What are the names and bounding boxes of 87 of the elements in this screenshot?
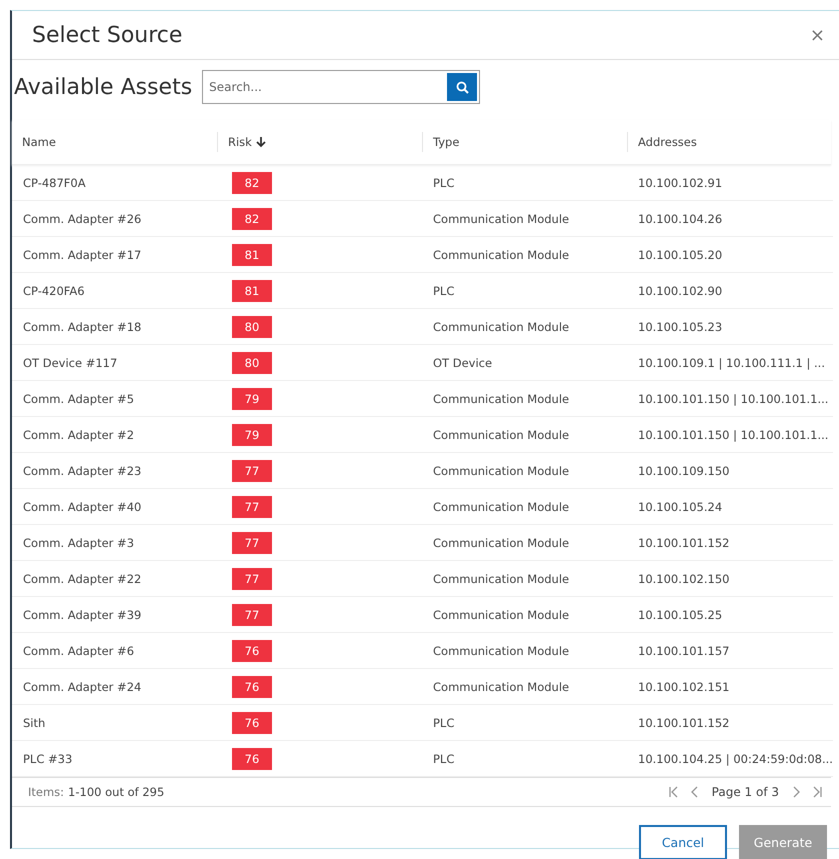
type-cell-text: Communication Module xyxy=(432,680,570,694)
addresses-cell-text: 10.100.101.152 xyxy=(637,716,730,730)
risk-badge: 80 xyxy=(232,352,272,374)
name-cell-text: Comm. Adapter #39 xyxy=(22,608,142,622)
addresses-cell-text: 10.100.105.20 xyxy=(637,248,724,262)
risk-badge: 79 xyxy=(232,424,272,446)
items-range: 1-100 out of 295 xyxy=(68,785,164,799)
name-cell-text: Comm. Adapter #5 xyxy=(22,392,136,406)
name-cell-text: CP-420FA6 xyxy=(22,284,86,298)
next-page-button[interactable] xyxy=(791,786,801,798)
first-page-button[interactable] xyxy=(668,786,678,798)
name-cell-text: Sith xyxy=(22,716,46,730)
column-header[interactable]: Type xyxy=(433,135,460,149)
section-title: Available Assets xyxy=(14,74,192,100)
column-header[interactable]: Addresses xyxy=(638,135,697,149)
arrow-down-icon xyxy=(256,136,266,148)
risk-badge: 81 xyxy=(232,280,272,302)
name-cell-text: Comm. Adapter #23 xyxy=(22,464,142,478)
addresses-cell-text: 10.100.101.150 | 10.100.101.1... xyxy=(637,392,830,406)
risk-badge: 77 xyxy=(232,568,272,590)
type-cell-text: PLC xyxy=(432,752,456,766)
risk-badge: 81 xyxy=(232,244,272,266)
name-cell-text: Comm. Adapter #18 xyxy=(22,320,142,334)
risk-badge: 76 xyxy=(232,676,272,698)
addresses-cell-text: 10.100.101.150 | 10.100.101.1... xyxy=(637,428,830,442)
risk-badge: 77 xyxy=(232,496,272,518)
type-cell-text: PLC xyxy=(432,716,456,730)
type-cell-text: PLC xyxy=(432,176,456,190)
type-cell-text: Communication Module xyxy=(432,644,570,658)
type-cell-text: Communication Module xyxy=(432,392,570,406)
risk-badge: 77 xyxy=(232,532,272,554)
column-header[interactable]: Risk xyxy=(228,135,266,149)
page-indicator: Page 1 of 3 xyxy=(712,785,779,799)
type-cell-text: PLC xyxy=(432,284,456,298)
name-cell-text: CP-487F0A xyxy=(22,176,87,190)
risk-badge: 76 xyxy=(232,748,272,770)
name-cell-text: Comm. Adapter #17 xyxy=(22,248,142,262)
risk-badge: 82 xyxy=(232,208,272,230)
addresses-cell-text: 10.100.109.150 xyxy=(637,464,730,478)
addresses-cell-text: 10.100.102.90 xyxy=(637,284,724,298)
previous-page-button[interactable] xyxy=(690,786,700,798)
name-cell-text: Comm. Adapter #40 xyxy=(22,500,142,514)
type-cell-text: Communication Module xyxy=(432,608,570,622)
type-cell-text: Communication Module xyxy=(432,464,570,478)
close-button[interactable]: × xyxy=(804,24,831,46)
name-cell-text: Comm. Adapter #6 xyxy=(22,644,136,658)
addresses-cell-text: 10.100.105.23 xyxy=(637,320,724,334)
search-button[interactable] xyxy=(447,73,478,101)
addresses-cell-text: 10.100.105.25 xyxy=(637,608,724,622)
risk-badge: 76 xyxy=(232,712,272,734)
risk-badge: 79 xyxy=(232,388,272,410)
type-cell-text: OT Device xyxy=(432,356,494,370)
addresses-cell-text: 10.100.104.25 | 00:24:59:0d:08... xyxy=(637,752,833,766)
addresses-cell-text: 10.100.109.1 | 10.100.111.1 | ... xyxy=(637,356,826,370)
name-cell-text: Comm. Adapter #22 xyxy=(22,572,142,586)
name-cell-text: PLC #33 xyxy=(22,752,74,766)
name-cell-text: Comm. Adapter #2 xyxy=(22,428,136,442)
type-cell-text: Communication Module xyxy=(432,500,570,514)
last-page-button[interactable] xyxy=(813,786,823,798)
risk-badge: 82 xyxy=(232,172,272,194)
risk-badge: 76 xyxy=(232,640,272,662)
column-header[interactable]: Name xyxy=(22,135,56,149)
items-label: Items: xyxy=(28,785,64,799)
name-cell-text: Comm. Adapter #3 xyxy=(22,536,136,550)
name-cell-text: Comm. Adapter #26 xyxy=(22,212,142,226)
addresses-cell-text: 10.100.102.150 xyxy=(637,572,730,586)
addresses-cell-text: 10.100.101.152 xyxy=(637,536,730,550)
addresses-cell-text: 10.100.105.24 xyxy=(637,500,724,514)
search-field[interactable]: Search... xyxy=(202,70,480,104)
addresses-cell-text: 10.100.101.157 xyxy=(637,644,730,658)
name-cell-text: OT Device #117 xyxy=(22,356,118,370)
type-cell-text: Communication Module xyxy=(432,536,570,550)
name-cell-text: Comm. Adapter #24 xyxy=(22,680,142,694)
cancel-button[interactable]: Cancel xyxy=(639,825,727,859)
type-cell-text: Communication Module xyxy=(432,572,570,586)
risk-badge: 77 xyxy=(232,460,272,482)
type-cell-text: Communication Module xyxy=(432,320,570,334)
dialog-title: Select Source xyxy=(32,22,182,48)
type-cell-text: Communication Module xyxy=(432,212,570,226)
search-icon xyxy=(456,80,469,94)
addresses-cell-text: 10.100.104.26 xyxy=(637,212,724,226)
risk-badge: 80 xyxy=(232,316,272,338)
addresses-cell-text: 10.100.102.91 xyxy=(637,176,724,190)
type-cell-text: Communication Module xyxy=(432,428,570,442)
risk-badge: 77 xyxy=(232,604,272,626)
addresses-cell-text: 10.100.102.151 xyxy=(637,680,730,694)
type-cell-text: Communication Module xyxy=(432,248,570,262)
